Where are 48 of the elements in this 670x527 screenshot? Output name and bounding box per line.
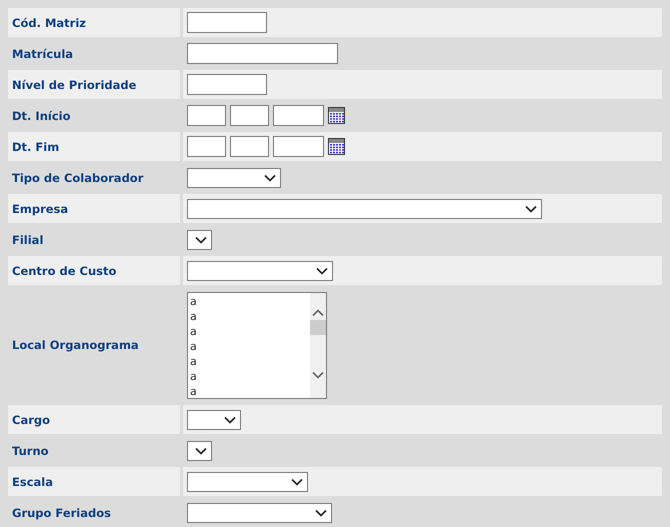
field-label: Grupo Feriados xyxy=(12,506,111,520)
list-item[interactable]: a xyxy=(190,384,310,398)
chevron-down-icon xyxy=(525,204,537,212)
chevron-down-icon xyxy=(264,174,276,182)
field-label: Matrícula xyxy=(12,46,74,60)
field-label: Local Organograma xyxy=(12,338,139,352)
month-field[interactable] xyxy=(230,136,269,157)
field-label: Empresa xyxy=(12,202,68,216)
calendar-icon[interactable] xyxy=(328,107,345,124)
dropdown[interactable] xyxy=(187,410,241,430)
chevron-down-icon xyxy=(224,416,236,424)
field-label: Cód. Matriz xyxy=(12,16,86,30)
field-label: Nível de Prioridade xyxy=(12,78,136,92)
chevron-down-icon xyxy=(291,478,303,486)
scrollbar[interactable] xyxy=(310,292,326,398)
scroll-up-icon[interactable] xyxy=(312,308,324,316)
list-item[interactable]: a xyxy=(190,338,310,354)
field-label: Filial xyxy=(12,232,44,246)
list-item[interactable]: a xyxy=(190,294,310,308)
list-item[interactable]: a xyxy=(190,308,310,324)
year-field[interactable] xyxy=(273,105,324,126)
field-label: Turno xyxy=(12,444,49,458)
scroll-thumb[interactable] xyxy=(310,320,326,334)
list-item[interactable]: a xyxy=(190,354,310,368)
calendar-icon[interactable] xyxy=(328,138,345,155)
field-label: Tipo de Colaborador xyxy=(12,170,144,184)
chevron-down-icon xyxy=(195,446,207,454)
list-box[interactable]: a a a a a a a xyxy=(187,292,327,398)
day-field[interactable] xyxy=(187,136,226,157)
field-label: Dt. Início xyxy=(12,108,70,122)
dropdown[interactable] xyxy=(187,230,212,250)
text-field[interactable] xyxy=(187,43,338,64)
text-field[interactable] xyxy=(187,12,267,33)
list-item[interactable]: a xyxy=(190,368,310,384)
month-field[interactable] xyxy=(230,105,269,126)
year-field[interactable] xyxy=(273,136,324,157)
field-label: Dt. Fim xyxy=(12,140,60,154)
day-field[interactable] xyxy=(187,105,226,126)
field-label: Cargo xyxy=(12,412,50,426)
chevron-down-icon xyxy=(195,236,207,244)
text-field[interactable] xyxy=(187,74,267,95)
chevron-down-icon xyxy=(316,266,328,274)
dropdown[interactable] xyxy=(187,440,212,460)
field-label: Centro de Custo xyxy=(12,264,116,278)
chevron-down-icon xyxy=(315,508,327,516)
list-item[interactable]: a xyxy=(190,324,310,338)
field-label: Escala xyxy=(12,474,53,488)
scroll-down-icon[interactable] xyxy=(312,370,324,378)
